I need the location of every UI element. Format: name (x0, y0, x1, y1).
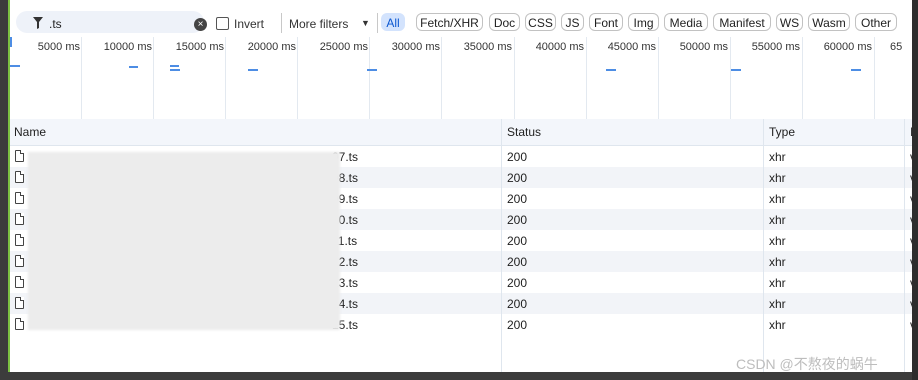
request-type: xhr (769, 171, 786, 185)
waterfall-blip (10, 65, 20, 67)
invert-label: Invert (234, 17, 265, 31)
timeline-overview[interactable]: 5000 ms 10000 ms 15000 ms 20000 ms 25000… (8, 37, 912, 120)
column-divider[interactable] (904, 119, 905, 372)
request-status: 200 (507, 171, 528, 185)
request-status: 200 (507, 213, 528, 227)
toolbar-divider (377, 13, 378, 33)
file-icon (15, 255, 24, 267)
chip-wasm[interactable]: Wasm (808, 13, 850, 31)
timeline-tick-label: 25000 ms (319, 41, 368, 53)
timeline-gridline (81, 37, 82, 119)
waterfall-blip (170, 65, 179, 67)
waterfall-blip (851, 69, 861, 71)
request-status: 200 (507, 255, 528, 269)
waterfall-blip (129, 66, 138, 68)
timeline-gridline (874, 37, 875, 119)
chip-doc[interactable]: Doc (489, 13, 520, 31)
timeline-gridline (297, 37, 298, 119)
chip-media[interactable]: Media (664, 13, 708, 31)
column-header-type[interactable]: Type (769, 125, 795, 139)
timeline-tick-label: 40000 ms (535, 41, 584, 53)
timeline-gridline (730, 37, 731, 119)
chip-font[interactable]: Font (589, 13, 623, 31)
column-header-name[interactable]: Name (14, 125, 46, 139)
timeline-tick-label: 5000 ms (37, 41, 80, 53)
timeline-tick-label: 60000 ms (823, 41, 872, 53)
timeline-gridline (586, 37, 587, 119)
file-icon (15, 234, 24, 246)
filter-icon (33, 17, 43, 29)
timeline-tick-label: 35000 ms (463, 41, 512, 53)
request-status: 200 (507, 234, 528, 248)
request-type: xhr (769, 213, 786, 227)
request-type: xhr (769, 255, 786, 269)
request-status: 200 (507, 276, 528, 290)
watermark: CSDN @不熬夜的蜗牛 (736, 356, 878, 372)
timeline-tick-label: 50000 ms (679, 41, 728, 53)
file-icon (15, 276, 24, 288)
chevron-down-icon: ▼ (361, 18, 370, 28)
timeline-tick-label: 65 (890, 41, 903, 53)
invert-checkbox[interactable] (216, 17, 229, 30)
chip-css[interactable]: CSS (525, 13, 556, 31)
timeline-gridline (514, 37, 515, 119)
column-header-status[interactable]: Status (507, 125, 541, 139)
network-panel: .ts × Invert More filters ▼ All Fetch/XH… (8, 0, 912, 372)
timeline-gridline (658, 37, 659, 119)
toolbar-divider (281, 13, 282, 33)
timeline-tick-label: 20000 ms (247, 41, 296, 53)
request-type: xhr (769, 276, 786, 290)
request-type: xhr (769, 297, 786, 311)
waterfall-blip (731, 69, 741, 71)
chip-other[interactable]: Other (855, 13, 897, 31)
waterfall-blip (606, 69, 616, 71)
chip-fetch-xhr[interactable]: Fetch/XHR (416, 13, 483, 31)
timeline-gridline (225, 37, 226, 119)
more-filters-button[interactable]: More filters (289, 17, 348, 31)
request-status: 200 (507, 318, 528, 332)
filter-value: .ts (49, 17, 62, 31)
timeline-tick-label: 45000 ms (607, 41, 656, 53)
timeline-tick-label: 30000 ms (391, 41, 440, 53)
file-icon (15, 318, 24, 330)
timeline-marker (10, 37, 12, 47)
timeline-gridline (369, 37, 370, 119)
chip-js[interactable]: JS (561, 13, 584, 31)
waterfall-blip (248, 69, 258, 71)
chip-ws[interactable]: WS (776, 13, 803, 31)
request-status: 200 (507, 192, 528, 206)
waterfall-blip (170, 69, 180, 71)
chip-manifest[interactable]: Manifest (713, 13, 771, 31)
chip-all[interactable]: All (381, 13, 405, 31)
timeline-gridline (802, 37, 803, 119)
request-status: 200 (507, 150, 528, 164)
timeline-gridline (441, 37, 442, 119)
column-divider[interactable] (763, 119, 764, 372)
request-type: xhr (769, 318, 786, 332)
file-icon (15, 150, 24, 162)
table-header: Name Status Type I (8, 119, 912, 146)
file-icon (15, 297, 24, 309)
panel-edge (8, 0, 10, 372)
request-status: 200 (507, 297, 528, 311)
column-divider[interactable] (501, 119, 502, 372)
request-type: xhr (769, 192, 786, 206)
timeline-tick-label: 10000 ms (103, 41, 152, 53)
redacted-region (28, 152, 340, 330)
filter-input[interactable]: .ts × (16, 11, 207, 33)
chip-img[interactable]: Img (628, 13, 659, 31)
file-icon (15, 171, 24, 183)
clear-filter-icon[interactable]: × (194, 18, 207, 31)
window-edge (912, 0, 918, 380)
filter-toolbar: .ts × Invert More filters ▼ All Fetch/XH… (8, 9, 912, 37)
file-icon (15, 213, 24, 225)
timeline-tick-label: 55000 ms (751, 41, 800, 53)
file-icon (15, 192, 24, 204)
timeline-gridline (153, 37, 154, 119)
timeline-tick-label: 15000 ms (175, 41, 224, 53)
request-type: xhr (769, 150, 786, 164)
waterfall-blip (367, 69, 377, 71)
request-type: xhr (769, 234, 786, 248)
